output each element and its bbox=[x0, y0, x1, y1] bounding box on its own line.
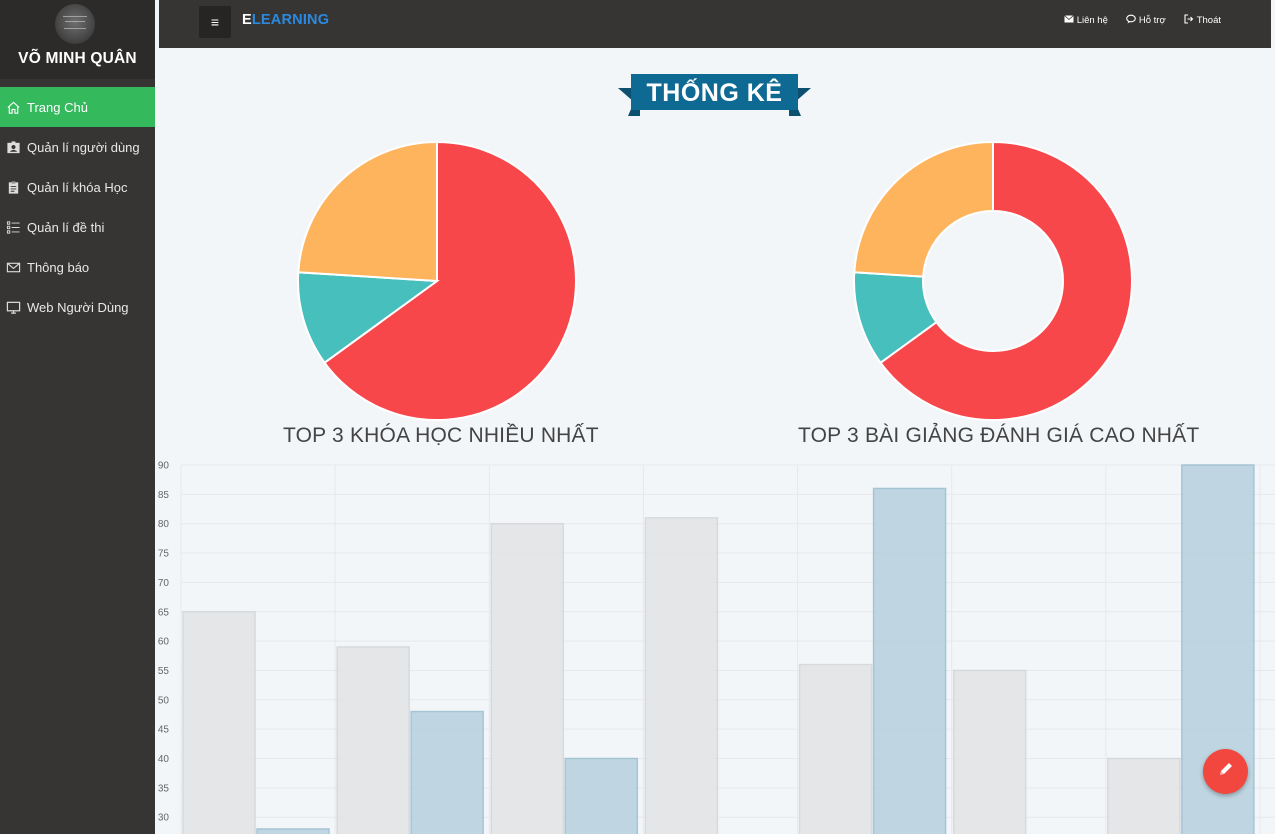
bar-y-tick-label: 80 bbox=[158, 519, 170, 530]
bar-gray bbox=[952, 669, 1027, 834]
bar-blue bbox=[410, 710, 484, 834]
bar-y-tick-label: 85 bbox=[158, 490, 170, 501]
bar-blue bbox=[872, 487, 947, 834]
bar-y-tick-label: 45 bbox=[158, 725, 170, 736]
bar-y-tick-label: 30 bbox=[158, 813, 170, 824]
bar-y-tick-label: 60 bbox=[158, 637, 170, 648]
doughnut-slice bbox=[853, 140, 994, 278]
bar-y-tick-label: 50 bbox=[158, 695, 170, 706]
bar-blue bbox=[564, 757, 639, 834]
bar-y-tick-label: 75 bbox=[158, 549, 170, 560]
bar-y-tick-label: 55 bbox=[158, 666, 170, 677]
bar-blue bbox=[256, 828, 330, 834]
bar-gray bbox=[644, 517, 719, 834]
bar-y-tick-label: 90 bbox=[158, 461, 170, 472]
bar-gray bbox=[1107, 757, 1181, 834]
bar-gray bbox=[490, 522, 565, 834]
pie-slice bbox=[297, 140, 438, 283]
charts-canvas: 30 35 40 45 50 55 60 65 70 75 80 85 90 bbox=[158, 140, 1275, 834]
bar-gray bbox=[336, 646, 410, 834]
bar-gray bbox=[798, 663, 873, 834]
bar-y-tick-label: 70 bbox=[158, 578, 170, 589]
pencil-icon bbox=[1217, 760, 1235, 783]
bar-y-tick-label: 35 bbox=[158, 783, 170, 794]
bar-gray bbox=[182, 611, 256, 834]
pie-chart-title: TOP 3 KHÓA HỌC NHIỀU NHẤT bbox=[283, 424, 599, 447]
doughnut-chart-title: TOP 3 BÀI GIẢNG ĐÁNH GIÁ CAO NHẤT bbox=[798, 424, 1200, 447]
edit-fab-button[interactable] bbox=[1203, 749, 1248, 794]
bar-y-tick-label: 65 bbox=[158, 607, 170, 618]
bar-y-tick-label: 40 bbox=[158, 754, 170, 765]
